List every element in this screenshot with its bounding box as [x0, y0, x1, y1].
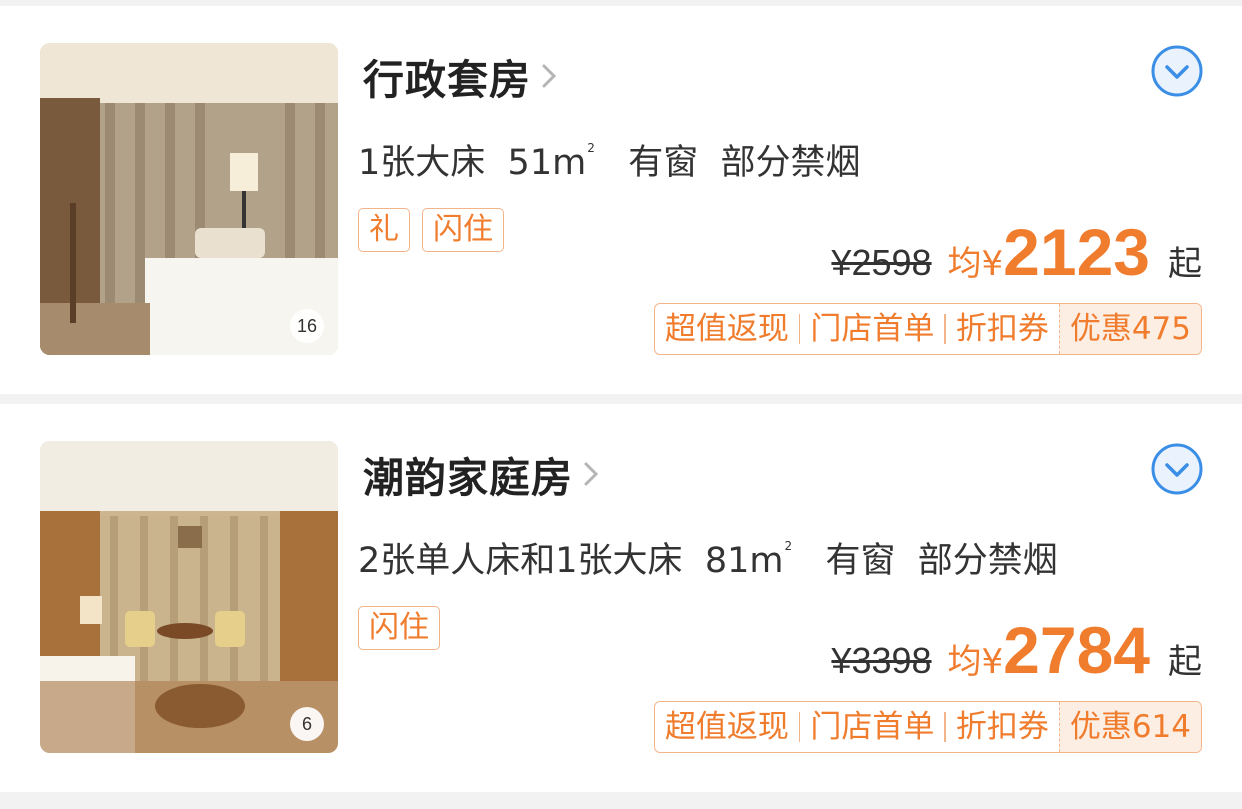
window-info: 有窗 — [825, 541, 896, 581]
chevron-down-circle-icon — [1151, 45, 1203, 97]
chevron-down-circle-icon — [1151, 443, 1203, 495]
avg-price-label: 均¥ — [947, 244, 1004, 284]
room-photo[interactable]: 6 — [40, 441, 338, 753]
flash-stay-tag: 闪住 — [358, 606, 440, 650]
expand-button[interactable] — [1150, 442, 1204, 496]
room-specs: 2张单人床和1张大床 81m2 有窗 部分禁烟 — [358, 532, 1058, 583]
room-list: 16 行政套房 1张大床 51m2 有窗 部分禁烟 礼 闪住 ¥2598 均¥ … — [0, 0, 1242, 809]
room-title: 行政套房 — [363, 56, 531, 104]
promo-cashback: 超值返现 — [664, 709, 789, 745]
room-area: 81m — [704, 541, 784, 581]
current-price: 2784 — [1003, 613, 1150, 687]
window-info: 有窗 — [628, 143, 699, 183]
original-price: ¥2598 — [831, 242, 932, 283]
room-tags: 礼 闪住 — [358, 208, 504, 252]
chevron-right-icon — [542, 64, 557, 88]
price-row: ¥3398 均¥ 2784 起 — [831, 612, 1202, 688]
room-photo[interactable]: 16 — [40, 43, 338, 355]
room-photo-image — [40, 43, 338, 355]
price-suffix: 起 — [1168, 244, 1202, 284]
chevron-right-icon — [584, 462, 599, 486]
bed-type: 2张单人床和1张大床 — [358, 541, 683, 581]
room-title-link[interactable]: 潮韵家庭房 — [363, 442, 603, 506]
promo-first-order: 门店首单 — [810, 311, 935, 347]
room-photo-image — [40, 441, 338, 753]
photo-count-badge: 6 — [290, 707, 324, 741]
room-title: 潮韵家庭房 — [363, 454, 573, 502]
room-tags: 闪住 — [358, 606, 440, 650]
discount-amount: 优惠475 — [1058, 304, 1201, 354]
smoking-info: 部分禁烟 — [720, 143, 861, 183]
discount-amount: 优惠614 — [1058, 702, 1201, 752]
avg-price-label: 均¥ — [947, 642, 1004, 682]
promo-cashback: 超值返现 — [664, 311, 789, 347]
price-suffix: 起 — [1168, 642, 1202, 682]
promo-coupon: 折扣券 — [955, 709, 1049, 745]
expand-button[interactable] — [1150, 44, 1204, 98]
current-price: 2123 — [1003, 215, 1150, 289]
smoking-info: 部分禁烟 — [917, 541, 1058, 581]
photo-count-badge: 16 — [290, 309, 324, 343]
gift-tag: 礼 — [358, 208, 410, 252]
price-row: ¥2598 均¥ 2123 起 — [831, 214, 1202, 290]
original-price: ¥3398 — [831, 640, 932, 681]
promo-coupon: 折扣券 — [955, 311, 1049, 347]
area-unit-sup: 2 — [784, 539, 793, 553]
bed-type: 1张大床 — [358, 143, 486, 183]
room-title-link[interactable]: 行政套房 — [363, 44, 561, 108]
flash-stay-tag: 闪住 — [422, 208, 504, 252]
room-card[interactable]: 16 行政套房 1张大床 51m2 有窗 部分禁烟 礼 闪住 ¥2598 均¥ … — [0, 6, 1242, 394]
promo-first-order: 门店首单 — [810, 709, 935, 745]
room-area: 51m — [507, 143, 587, 183]
room-specs: 1张大床 51m2 有窗 部分禁烟 — [358, 134, 861, 185]
room-card[interactable]: 6 潮韵家庭房 2张单人床和1张大床 81m2 有窗 部分禁烟 闪住 ¥3398 — [0, 404, 1242, 792]
area-unit-sup: 2 — [587, 141, 595, 155]
promo-box[interactable]: 超值返现 门店首单 折扣券 优惠614 — [653, 701, 1202, 753]
promo-box[interactable]: 超值返现 门店首单 折扣券 优惠475 — [653, 303, 1202, 355]
